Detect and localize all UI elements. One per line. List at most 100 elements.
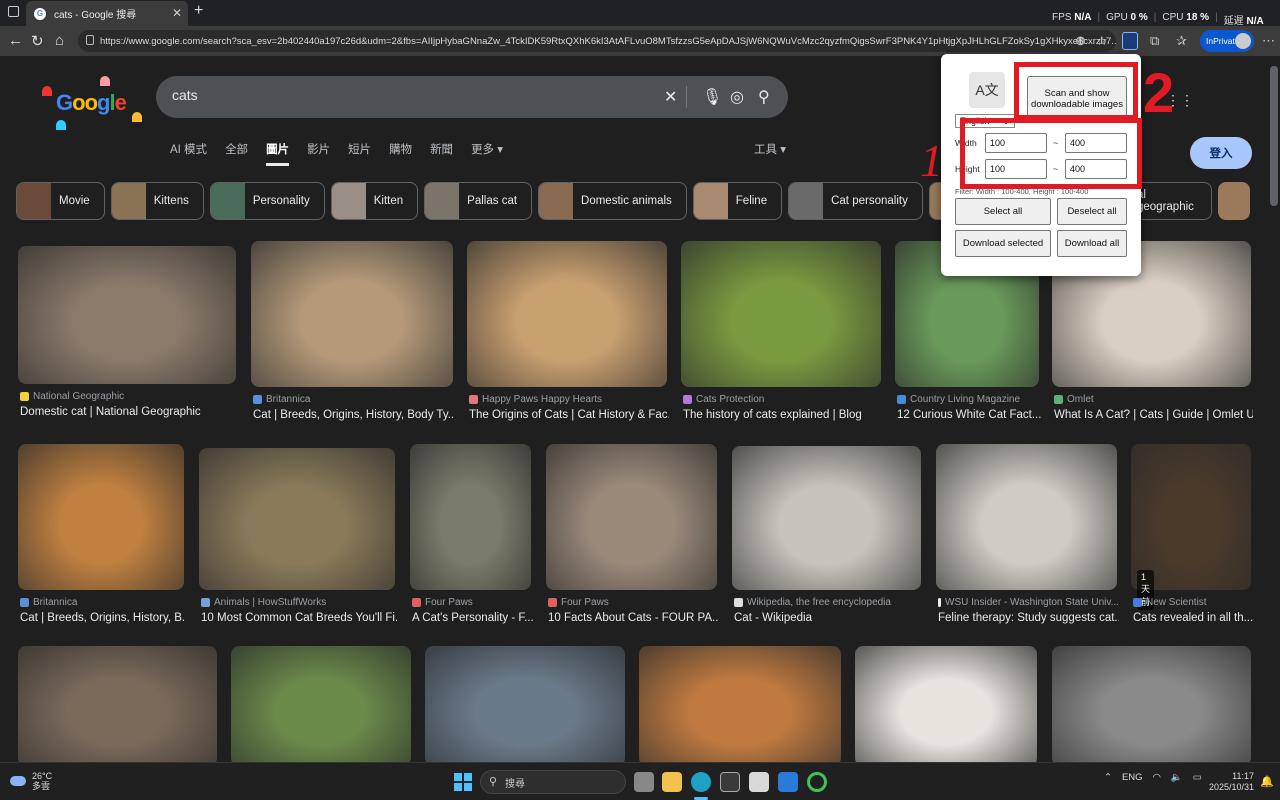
chip-thumbnail[interactable]	[1218, 182, 1250, 220]
result-title[interactable]: A Cat's Personality - F...	[412, 612, 533, 624]
result-thumbnail[interactable]	[425, 646, 625, 762]
tab-7[interactable]: 更多 ▾	[471, 141, 503, 166]
result-thumbnail[interactable]	[18, 646, 217, 762]
voice-search-icon[interactable]: 🎙	[702, 87, 722, 107]
refinement-chip[interactable]: Feline	[692, 182, 783, 220]
refinement-chip[interactable]: Kittens	[110, 182, 204, 220]
search-input[interactable]	[172, 87, 652, 103]
result-title[interactable]: The history of cats explained | Blog	[683, 409, 883, 421]
result-source[interactable]: Wikipedia, the free encyclopedia	[734, 597, 891, 608]
result-source[interactable]: Animals | HowStuffWorks	[201, 597, 326, 608]
favorites-icon[interactable]: ✰	[1176, 33, 1187, 49]
result-thumbnail[interactable]	[18, 444, 184, 590]
translate-icon[interactable]: A文	[969, 72, 1005, 108]
image-downloader-extension-icon[interactable]	[1122, 32, 1138, 50]
result-source[interactable]: WSU Insider - Washington State Univ...	[938, 597, 1119, 608]
result-title[interactable]: Cat | Breeds, Origins, History, B...	[20, 612, 186, 624]
refinement-chip[interactable]: Pallas cat	[424, 182, 533, 220]
result-source[interactable]: Country Living Magazine	[897, 394, 1020, 405]
result-title[interactable]: Cats revealed in all th...	[1133, 612, 1253, 624]
vscode-icon[interactable]	[778, 772, 798, 792]
tab-2[interactable]: 圖片	[266, 141, 290, 166]
refinement-chip[interactable]: Cat personality	[788, 182, 923, 220]
tab-6[interactable]: 新聞	[430, 141, 453, 166]
download-selected-button[interactable]: Download selected	[955, 230, 1051, 257]
result-thumbnail[interactable]	[231, 646, 411, 762]
file-explorer-icon[interactable]	[662, 772, 682, 792]
browser-tab[interactable]: G cats - Google 搜尋 ✕	[26, 1, 188, 26]
volume-icon[interactable]: 🔈	[1171, 772, 1183, 783]
refinement-chip[interactable]: Movie	[16, 182, 105, 220]
result-title[interactable]: 10 Facts About Cats - FOUR PA...	[548, 612, 719, 624]
more-menu-icon[interactable]: ⋯	[1262, 33, 1275, 49]
result-thumbnail[interactable]	[732, 446, 921, 590]
tab-5[interactable]: 購物	[389, 141, 412, 166]
result-title[interactable]: Cat | Breeds, Origins, History, Body Ty.…	[253, 409, 455, 421]
result-title[interactable]: The Origins of Cats | Cat History & Fac.…	[469, 409, 669, 421]
refresh-icon[interactable]: ↻	[31, 32, 44, 50]
result-source[interactable]: Cats Protection	[683, 394, 764, 405]
result-title[interactable]: Cat - Wikipedia	[734, 612, 923, 624]
url-field[interactable]: https://www.google.com/search?sca_esv=2b…	[78, 30, 1116, 52]
zoom-icon[interactable]: ⊕	[1075, 33, 1086, 49]
search-icon[interactable]: ⚲	[758, 87, 770, 107]
taskbar-search[interactable]: ⚲ 搜尋	[480, 770, 626, 794]
back-icon[interactable]: ←	[8, 32, 23, 49]
result-title[interactable]: 12 Curious White Cat Fact...	[897, 409, 1041, 421]
result-thumbnail[interactable]	[681, 241, 881, 387]
result-source[interactable]: Britannica	[253, 394, 310, 405]
result-title[interactable]: Feline therapy: Study suggests cat...	[938, 612, 1119, 624]
extensions-icon[interactable]: ⧉	[1150, 33, 1159, 49]
google-doodle-logo[interactable]: Google	[40, 66, 160, 130]
window-menu-icon[interactable]	[8, 6, 19, 17]
result-source[interactable]: Four Paws	[412, 597, 473, 608]
task-view-icon[interactable]	[634, 772, 654, 792]
lens-search-icon[interactable]: ◎	[730, 87, 744, 107]
refinement-chip[interactable]: Domestic animals	[538, 182, 687, 220]
result-title[interactable]: 10 Most Common Cat Breeds You'll Fi...	[201, 612, 397, 624]
result-thumbnail[interactable]	[1131, 444, 1251, 590]
deselect-all-button[interactable]: Deselect all	[1057, 198, 1127, 225]
battery-icon[interactable]: ▭	[1193, 772, 1202, 783]
result-thumbnail[interactable]	[1052, 646, 1251, 762]
result-source[interactable]: Happy Paws Happy Hearts	[469, 394, 602, 405]
result-thumbnail[interactable]	[410, 444, 531, 590]
notification-icon[interactable]: 🔔	[1260, 775, 1274, 788]
wifi-icon[interactable]: ◠	[1153, 772, 1161, 783]
new-tab-button[interactable]: +	[194, 2, 203, 20]
select-all-button[interactable]: Select all	[955, 198, 1051, 225]
app-icon[interactable]	[720, 772, 740, 792]
edge-browser-icon[interactable]	[691, 772, 711, 792]
refinement-chip[interactable]: Kitten	[330, 182, 419, 220]
refinement-chip[interactable]: Personality	[209, 182, 325, 220]
clear-search-icon[interactable]: ✕	[664, 87, 677, 107]
result-thumbnail[interactable]	[18, 246, 236, 384]
app-ring-icon[interactable]	[807, 772, 827, 792]
search-box[interactable]: ✕ 🎙 ◎ ⚲	[156, 76, 788, 118]
site-info-icon[interactable]	[86, 35, 94, 45]
clock[interactable]: 11:17 2025/10/31	[1208, 771, 1254, 793]
scrollbar-thumb[interactable]	[1270, 66, 1278, 206]
result-thumbnail[interactable]	[251, 241, 453, 387]
start-button[interactable]	[454, 773, 472, 791]
tray-overflow-icon[interactable]: ⌃	[1104, 772, 1112, 783]
favorite-star-icon[interactable]: ☆	[1096, 33, 1108, 49]
tab-0[interactable]: AI 模式	[170, 141, 207, 166]
result-source[interactable]: Britannica	[20, 597, 77, 608]
input-language[interactable]: ENG	[1122, 772, 1143, 783]
sign-in-button[interactable]: 登入	[1190, 137, 1252, 169]
result-thumbnail[interactable]	[936, 444, 1117, 590]
result-source[interactable]: New Scientist	[1133, 597, 1207, 608]
result-thumbnail[interactable]	[639, 646, 841, 762]
tab-4[interactable]: 短片	[348, 141, 371, 166]
result-source[interactable]: National Geographic	[20, 391, 124, 402]
result-thumbnail[interactable]	[855, 646, 1037, 762]
result-title[interactable]: Domestic cat | National Geographic	[20, 406, 238, 418]
download-all-button[interactable]: Download all	[1057, 230, 1127, 257]
tab-3[interactable]: 影片	[307, 141, 330, 166]
tools-tab[interactable]: 工具 ▾	[754, 141, 786, 157]
inprivate-badge[interactable]: InPrivate	[1200, 30, 1254, 52]
result-thumbnail[interactable]	[199, 448, 395, 590]
result-source[interactable]: Omlet	[1054, 394, 1094, 405]
tab-1[interactable]: 全部	[225, 141, 248, 166]
